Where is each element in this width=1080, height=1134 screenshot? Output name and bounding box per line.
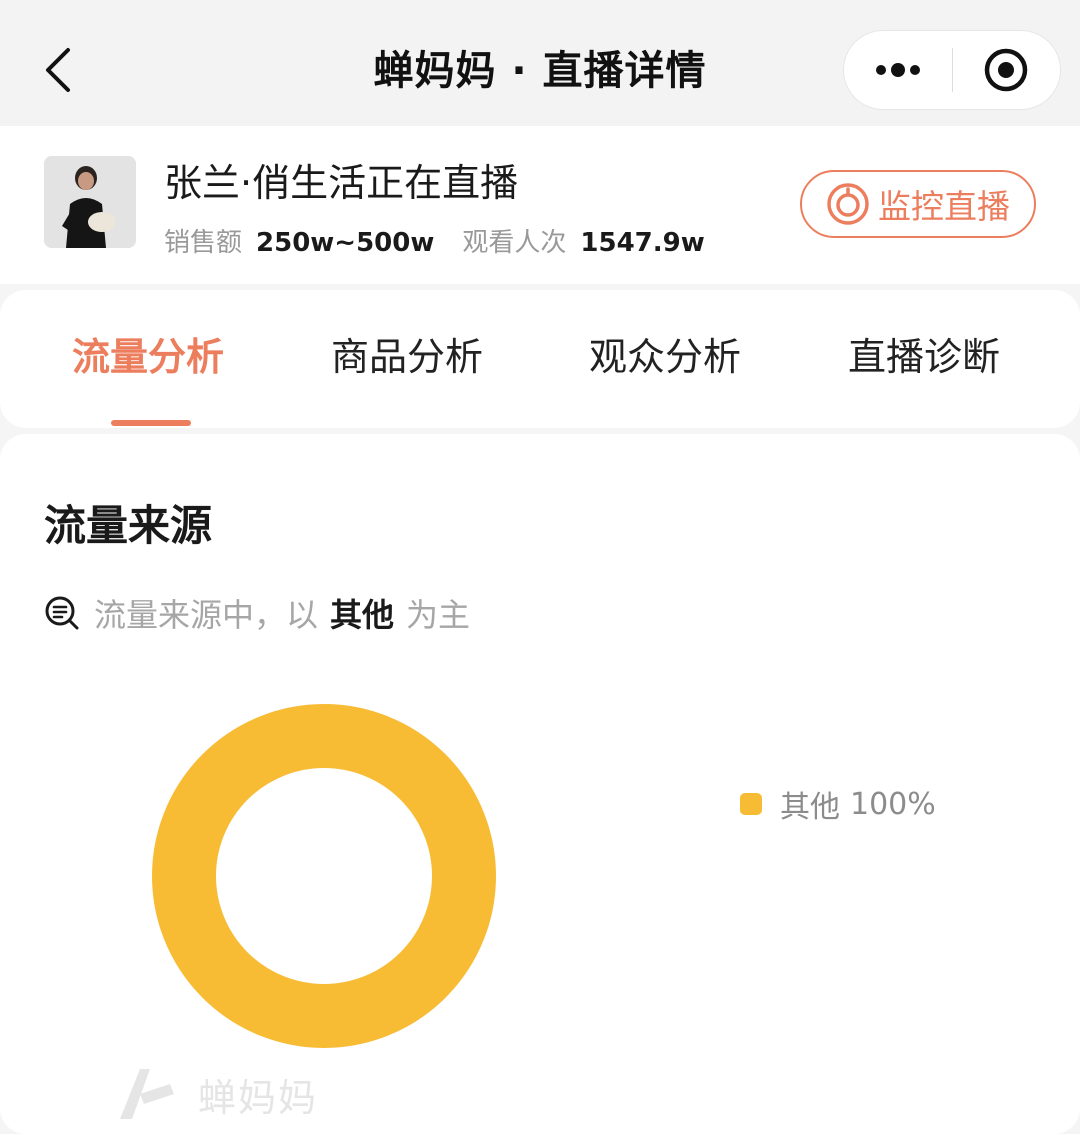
views-value: 1547.9w bbox=[580, 228, 705, 258]
close-button[interactable] bbox=[953, 30, 1061, 110]
tab-product-analysis[interactable]: 商品分析 bbox=[331, 326, 483, 381]
avatar[interactable] bbox=[44, 156, 136, 248]
stat-row: 销售额 250w~500w 观看人次 1547.9w bbox=[164, 222, 733, 259]
streamer-name: 张兰·俏生活正在直播 bbox=[164, 161, 519, 205]
streamer-card: 张兰·俏生活正在直播 销售额 250w~500w 观看人次 1547.9w 监控… bbox=[0, 126, 1080, 284]
tab-live-diagnosis[interactable]: 直播诊断 bbox=[848, 326, 1000, 381]
watermark: 蝉妈妈 bbox=[110, 1064, 318, 1124]
traffic-insight: 流量来源中，以 其他 为主 bbox=[44, 590, 470, 636]
target-close-icon bbox=[985, 48, 1028, 92]
more-button[interactable] bbox=[844, 30, 952, 110]
avatar-image bbox=[44, 156, 136, 248]
monitor-icon bbox=[826, 182, 870, 226]
donut-slice-其他 bbox=[152, 704, 496, 1048]
monitor-live-label: 监控直播 bbox=[878, 187, 1010, 226]
insight-suffix: 为主 bbox=[406, 596, 471, 634]
active-tab-indicator bbox=[111, 420, 191, 426]
insight-highlight: 其他 bbox=[330, 596, 395, 634]
title-bar: 蝉妈妈 · 直播详情 bbox=[0, 0, 1080, 126]
sales-label: 销售额 bbox=[164, 228, 243, 258]
views-label: 观看人次 bbox=[462, 228, 567, 258]
analysis-tabs: 流量分析 商品分析 观众分析 直播诊断 bbox=[0, 290, 1080, 428]
watermark-text: 蝉妈妈 bbox=[198, 1075, 319, 1120]
chart-legend: 其他 100% bbox=[740, 782, 936, 826]
tab-audience-analysis[interactable]: 观众分析 bbox=[589, 326, 741, 381]
tab-traffic-analysis[interactable]: 流量分析 bbox=[72, 326, 224, 381]
mini-program-capsule bbox=[843, 30, 1061, 110]
legend-percent: 100% bbox=[850, 786, 936, 822]
traffic-donut-chart bbox=[152, 704, 496, 1048]
traffic-source-panel: 流量来源 流量来源中，以 其他 为主 其他 100% 蝉妈妈 bbox=[0, 434, 1080, 1134]
watermark-logo-icon bbox=[120, 1069, 174, 1119]
section-title: 流量来源 bbox=[44, 501, 213, 550]
legend-swatch bbox=[740, 793, 762, 815]
sales-value: 250w~500w bbox=[256, 228, 435, 258]
insight-search-icon bbox=[44, 595, 80, 631]
monitor-live-button[interactable]: 监控直播 bbox=[800, 170, 1036, 238]
insight-prefix: 流量来源中，以 bbox=[94, 596, 319, 634]
legend-label: 其他 bbox=[780, 790, 840, 825]
more-dots-icon bbox=[875, 63, 920, 77]
